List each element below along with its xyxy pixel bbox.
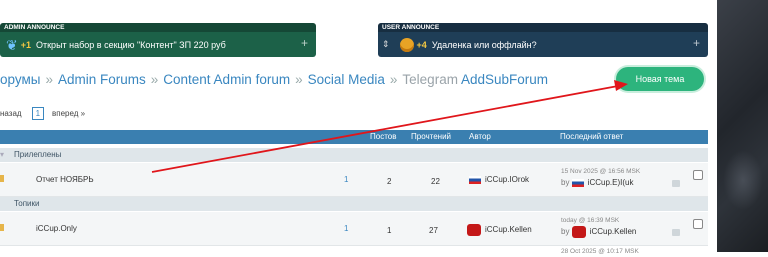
breadcrumb-forums[interactable]: орумы [0,72,40,87]
folder-icon [0,224,4,231]
new-thread-button[interactable]: Новая тема [616,67,704,91]
last-post-info: 15 Nov 2025 @ 16:56 MSK by iCCup.E)I(uk [561,166,640,188]
section-pinned-label: Прилеплены [14,150,62,159]
last-post-by: by [561,178,570,187]
admin-announce-expand-icon[interactable]: + [301,36,308,50]
emoji-icon [399,37,414,52]
go-to-last-post-icon[interactable] [672,180,680,187]
table-row[interactable]: iCCup.Only 1 1 27 iCCup.Kellen today @ 1… [0,212,708,246]
thread-posts: 1 [387,226,392,235]
user-announcement[interactable]: USER ANNOUNCE ⇕ +4 Удаленка или оффлайн?… [378,23,708,57]
breadcrumb-separator: » [45,72,53,87]
admin-announce-text[interactable]: Открыт набор в секцию "Контент" ЗП 220 р… [36,40,226,50]
user-announce-expand-icon[interactable]: + [693,36,700,50]
thread-views: 27 [429,226,438,235]
go-to-last-post-icon[interactable] [672,229,680,236]
last-post-info: today @ 16:39 MSK by iCCup.Kellen [561,215,636,238]
admin-announcement[interactable]: ADMIN ANNOUNCE ❦ +1 Открыт набор в секци… [0,23,316,57]
user-announce-text[interactable]: Удаленка или оффлайн? [432,40,537,50]
flag-icon [469,175,481,184]
thread-title[interactable]: iCCup.Only [36,224,77,233]
pager-current-page[interactable]: 1 [31,107,45,120]
updown-arrows-icon: ⇕ [382,39,390,49]
breadcrumb-separator: » [295,72,303,87]
section-topics: Топики [0,197,708,211]
thread-title[interactable]: Отчет НОЯБРЬ [36,175,94,184]
user-announce-count: +4 [416,39,427,50]
last-post-user[interactable]: iCCup.E)I(uk [588,178,634,187]
flag-icon [571,178,584,187]
breadcrumb-separator: » [389,72,398,87]
breadcrumb-separator: » [150,72,159,87]
breadcrumb-current: AddSubForum [460,72,549,87]
breadcrumb-telegram[interactable]: Telegram [402,72,458,87]
table-row[interactable]: Отчет НОЯБРЬ 1 2 22 iCCup.IOrok 15 Nov 2… [0,163,708,197]
breadcrumb: орумы » Admin Forums » Content Admin forum » S… [0,72,548,87]
user-announce-header: USER ANNOUNCE [378,23,708,32]
column-posts[interactable]: Постов [370,132,396,141]
admin-announce-header: ADMIN ANNOUNCE [0,23,316,32]
last-post-date: 15 Nov 2025 @ 16:56 MSK [561,168,641,175]
pager-next[interactable]: вперед » [52,109,85,118]
folder-icon [0,175,4,182]
avatar-icon [571,226,586,238]
section-topics-label: Топики [14,199,40,208]
section-pinned: ▾ Прилеплены [0,148,708,162]
thread-author[interactable]: iCCup.Kellen [467,224,532,236]
thread-posts: 2 [387,177,392,186]
butterfly-icon: ❦ [6,36,18,53]
thread-pages[interactable]: 1 [344,224,348,233]
last-post-user[interactable]: iCCup.Kellen [590,227,637,236]
breadcrumb-admin-forums[interactable]: Admin Forums [58,72,146,87]
thread-pages[interactable]: 1 [344,175,348,184]
collapse-icon[interactable]: ▾ [0,150,4,159]
breadcrumb-content-admin-forum[interactable]: Content Admin forum [163,72,290,87]
admin-announce-count: +1 [20,39,31,50]
last-post-by: by [561,227,570,237]
page-background-art [717,0,768,252]
column-author[interactable]: Автор [469,132,491,141]
table-header: Постов Прочтений Автор Последний ответ [0,130,708,144]
pagination: назад 1 вперед » [0,107,85,120]
thread-author[interactable]: iCCup.IOrok [469,175,529,184]
pager-prev[interactable]: назад [0,109,22,118]
breadcrumb-social-media[interactable]: Social Media [308,72,385,87]
column-views[interactable]: Прочтений [411,132,451,141]
thread-views: 22 [431,177,440,186]
column-last-post[interactable]: Последний ответ [560,132,623,141]
thread-select-checkbox[interactable] [693,170,703,180]
avatar-icon [467,224,481,236]
last-post-date: today @ 16:39 MSK [561,217,620,224]
thread-select-checkbox[interactable] [693,219,703,229]
